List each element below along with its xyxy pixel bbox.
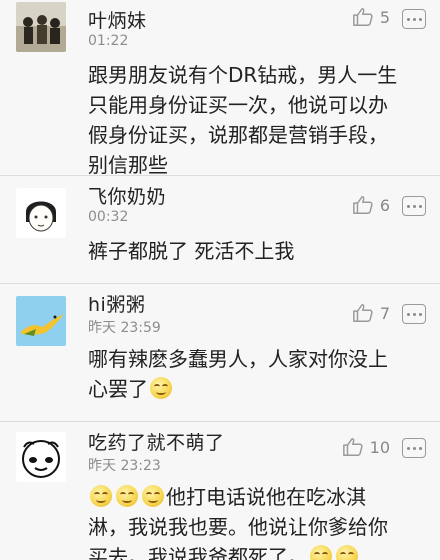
smiley-emoji-icon [310, 545, 332, 560]
comment-body: 他打电话说他在吃冰淇 淋，我说我也要。他说让你爹给你 买去。我说我爸都死了。 [88, 482, 412, 560]
thumbs-up-icon [342, 438, 363, 456]
comment-line: 裤子都脱了 死活不上我 [88, 239, 295, 263]
comment-line: 买去。我说我爸都死了。 [88, 542, 412, 560]
thumbs-up-icon [352, 196, 373, 214]
like-button[interactable]: 10 [342, 436, 390, 458]
like-count: 6 [379, 195, 390, 215]
smiley-emoji-icon [150, 377, 172, 399]
thumbs-up-icon [352, 304, 373, 322]
like-button[interactable]: 5 [352, 6, 390, 28]
comment-line: 哪有辣麽多蠢男人，人家对你没上 [88, 347, 388, 371]
comment-item: 叶炳妹 01:22 5 跟男朋友说有个DR钻戒，男人一生 只能用身份证买一次，他… [0, 0, 440, 176]
comment-line-text: 他打电话说他在吃冰淇 [166, 485, 366, 509]
comment-username[interactable]: 吃药了就不萌了 [88, 428, 225, 455]
comment-line: 跟男朋友说有个DR钻戒，男人一生 [88, 63, 398, 87]
comment-username[interactable]: hi粥粥 [88, 290, 145, 317]
comment-line-text: 买去。我说我爸都死了。 [88, 545, 308, 560]
more-button[interactable] [402, 196, 426, 216]
bird-avatar[interactable] [16, 296, 66, 346]
comment-line: 他打电话说他在吃冰淇 [88, 482, 412, 512]
comment-body: 裤子都脱了 死活不上我 [88, 236, 412, 266]
comment-line: 假身份证买，说那都是营销手段， [88, 123, 388, 147]
more-button[interactable] [402, 304, 426, 324]
comment-list: 叶炳妹 01:22 5 跟男朋友说有个DR钻戒，男人一生 只能用身份证买一次，他… [0, 0, 440, 560]
comment-body: 跟男朋友说有个DR钻戒，男人一生 只能用身份证买一次，他说可以办 假身份证买，说… [88, 60, 412, 176]
comment-line: 只能用身份证买一次，他说可以办 [88, 93, 388, 117]
group-photo-avatar[interactable] [16, 2, 66, 52]
comment-username[interactable]: 飞你奶奶 [88, 182, 166, 209]
comment-time: 00:32 [88, 209, 129, 225]
comment-item: hi粥粥 昨天 23:59 7 哪有辣麽多蠢男人，人家对你没上 心罢了 [0, 284, 440, 422]
comment-body: 哪有辣麽多蠢男人，人家对你没上 心罢了 [88, 344, 412, 404]
comment-username[interactable]: 叶炳妹 [88, 6, 147, 33]
comment-item: 飞你奶奶 00:32 6 裤子都脱了 死活不上我 [0, 176, 440, 284]
more-button[interactable] [402, 9, 426, 29]
panda-face-avatar[interactable] [16, 432, 66, 482]
smiley-emoji-icon [90, 485, 112, 507]
like-button[interactable]: 6 [352, 194, 390, 216]
thumbs-up-icon [352, 8, 373, 26]
like-count: 5 [379, 7, 390, 27]
comment-line: 心罢了 [88, 374, 412, 404]
smiley-emoji-icon [142, 485, 164, 507]
comment-line-text: 心罢了 [88, 377, 148, 401]
comment-time: 昨天 23:59 [88, 320, 161, 336]
comment-line: 别信那些 [88, 153, 168, 176]
smiley-emoji-icon [116, 485, 138, 507]
like-button[interactable]: 7 [352, 302, 390, 324]
cartoon-girl-avatar[interactable] [16, 188, 66, 238]
like-count: 7 [379, 303, 390, 323]
like-count: 10 [369, 437, 390, 457]
more-button[interactable] [402, 438, 426, 458]
comment-item: 吃药了就不萌了 昨天 23:23 10 他打电话说他在吃冰淇 淋，我说我也要。他… [0, 422, 440, 560]
comment-line: 淋，我说我也要。他说让你爹给你 [88, 515, 388, 539]
comment-time: 01:22 [88, 33, 129, 49]
comment-time: 昨天 23:23 [88, 458, 161, 474]
smiley-emoji-icon [336, 545, 358, 560]
